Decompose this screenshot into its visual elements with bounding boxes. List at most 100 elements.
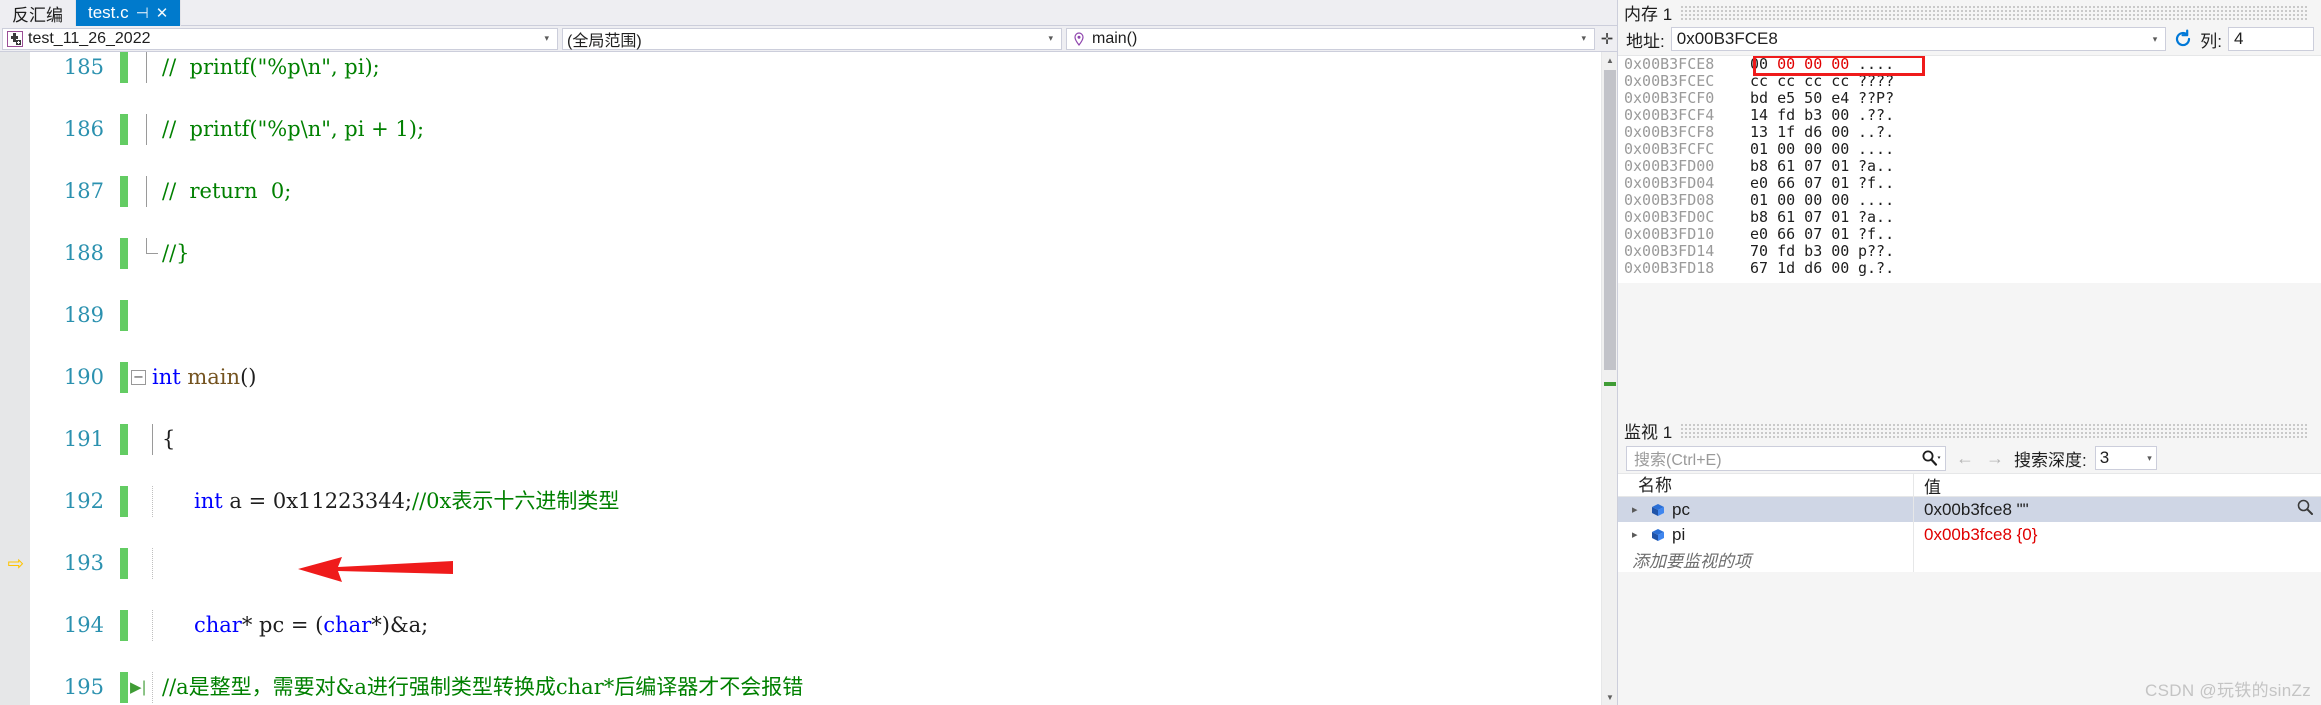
memory-ascii: ?a.. [1858, 208, 1895, 226]
memory-ascii: ???? [1858, 72, 1895, 90]
watch-window-title: 监视 1 [1624, 423, 1673, 442]
watch-row-pc[interactable]: ▸ pc 0x00b3fce8 "" [1618, 497, 2321, 522]
variable-cube-icon [1650, 527, 1666, 543]
window-grip[interactable] [1680, 423, 2308, 438]
annotation-arrow [298, 557, 453, 582]
memory-row[interactable]: 0x00B3FD04 e0 66 07 01 ?f.. [1618, 175, 2321, 192]
watch-value-cell[interactable]: 0x00b3fce8 {0} [1914, 525, 2321, 545]
memory-row[interactable]: 0x00B3FCE8 00 00 00 00 .... [1618, 56, 2321, 73]
memory-row[interactable]: 0x00B3FCEC cc cc cc cc ???? [1618, 73, 2321, 90]
memory-ascii: .... [1858, 55, 1895, 73]
memory-row[interactable]: 0x00B3FD00 b8 61 07 01 ?a.. [1618, 158, 2321, 175]
code-line[interactable]: 187 // return 0; [30, 176, 1601, 207]
memory-ascii: .??. [1858, 106, 1895, 124]
chevron-down-icon[interactable]: ▾ [1042, 33, 1059, 44]
tab-test-c[interactable]: test.c ⊣ ✕ [76, 0, 182, 26]
memory-bytes: 01 00 00 00 [1750, 140, 1850, 158]
code-line[interactable]: 191 { [30, 424, 1601, 455]
tab-disassembly[interactable]: 反汇编 [0, 0, 76, 26]
watch-grid[interactable]: 名称 值 ▸ pc 0x00b3fce8 "" ▸ pi 0x00b3fce8 … [1618, 473, 2321, 572]
column-header-name[interactable]: 名称 [1618, 473, 1914, 497]
memory-bytes: b8 61 07 01 [1750, 157, 1850, 175]
code-line[interactable]: 189 [30, 300, 1601, 331]
code-line[interactable]: 195 ▶| //a是整型，需要对&a进行强制类型转换成char*后编译器才不会… [30, 672, 1601, 703]
memory-ascii: .... [1858, 191, 1895, 209]
value-visualizer-icon[interactable] [2296, 498, 2314, 521]
code-line[interactable]: 192 int a = 0x11223344;//0x表示十六进制类型 [30, 486, 1601, 517]
watch-add-item-label: 添加要监视的项 [1632, 552, 1751, 571]
indicator-margin[interactable] [0, 52, 30, 705]
scroll-up-icon[interactable]: ▲ [1602, 52, 1617, 68]
memory-row[interactable]: 0x00B3FD10 e0 66 07 01 ?f.. [1618, 226, 2321, 243]
memory-row[interactable]: 0x00B3FCFC 01 00 00 00 .... [1618, 141, 2321, 158]
search-icon[interactable] [1921, 449, 1941, 467]
memory-bytes: b8 61 07 01 [1750, 208, 1850, 226]
line-number: 188 [63, 241, 104, 265]
code-line[interactable]: 193 [30, 548, 1601, 579]
pin-icon[interactable]: ⊣ [136, 6, 149, 21]
scroll-down-icon[interactable]: ▼ [1602, 689, 1617, 705]
scope-combo[interactable]: (全局范围) ▾ [562, 27, 1062, 50]
search-depth-value: 3 [2099, 448, 2110, 467]
editor-vertical-scrollbar[interactable]: ▲ ▼ [1601, 52, 1617, 705]
close-icon[interactable]: ✕ [156, 6, 169, 21]
code-lines[interactable]: 185 // printf("%p\n", pi); 186 // printf… [30, 52, 1601, 705]
memory-dump[interactable]: 0x00B3FCE8 00 00 00 00 .... 0x00B3FCEC c… [1618, 55, 2321, 283]
watch-add-item-cell[interactable]: 添加要监视的项 [1618, 547, 1914, 572]
search-prev-button[interactable]: ← [1954, 448, 1976, 469]
collapse-outline-icon[interactable]: − [131, 370, 146, 385]
code-editor[interactable]: 185 // printf("%p\n", pi); 186 // printf… [0, 52, 1617, 705]
memory-row[interactable]: 0x00B3FD14 70 fd b3 00 p??. [1618, 243, 2321, 260]
memory-address: 0x00B3FD00 [1624, 157, 1715, 175]
code-line[interactable]: 185 // printf("%p\n", pi); [30, 52, 1601, 83]
column-header-value[interactable]: 值 [1914, 473, 2321, 498]
memory-window-header[interactable]: 内存 1 [1618, 0, 2321, 25]
watch-window-header[interactable]: 监视 1 [1618, 418, 2321, 443]
memory-ascii: .... [1858, 140, 1895, 158]
refresh-icon[interactable] [2172, 28, 2194, 50]
memory-row[interactable]: 0x00B3FD18 67 1d d6 00 g.?. [1618, 260, 2321, 277]
chevron-down-icon[interactable]: ▾ [538, 33, 555, 44]
code-line[interactable]: 194 char* pc = (char*)&a; [30, 610, 1601, 641]
column-input[interactable]: 4 [2228, 27, 2314, 51]
search-input[interactable]: 搜索(Ctrl+E) [1626, 445, 1946, 471]
memory-row[interactable]: 0x00B3FCF8 13 1f d6 00 ..?. [1618, 124, 2321, 141]
memory-address: 0x00B3FCF8 [1624, 123, 1715, 141]
memory-row[interactable]: 0x00B3FD0C b8 61 07 01 ?a.. [1618, 209, 2321, 226]
code-line[interactable]: 190 − int main() [30, 362, 1601, 393]
split-view-button[interactable]: ✛ [1597, 30, 1617, 48]
code-line[interactable]: 188 //} [30, 238, 1601, 269]
watch-name-cell[interactable]: ▸ pc [1618, 497, 1914, 522]
memory-ascii: ?a.. [1858, 157, 1895, 175]
change-bar [120, 114, 128, 145]
memory-bytes: 14 fd b3 00 [1750, 106, 1850, 124]
code-line[interactable]: 186 // printf("%p\n", pi + 1); [30, 114, 1601, 145]
line-number: 191 [63, 427, 104, 451]
function-combo[interactable]: main() ▾ [1066, 27, 1595, 50]
memory-row[interactable]: 0x00B3FD08 01 00 00 00 .... [1618, 192, 2321, 209]
column-label: 列: [2200, 31, 2222, 51]
search-next-button[interactable]: → [1984, 448, 2006, 469]
project-combo[interactable]: test_11_26_2022 ▾ [2, 27, 558, 50]
chevron-down-icon[interactable]: ▾ [2147, 34, 2164, 45]
watch-variable-name: pc [1672, 499, 1690, 519]
code-text: { [162, 427, 176, 451]
project-combo-label: test_11_26_2022 [28, 29, 151, 47]
watch-row-pi[interactable]: ▸ pi 0x00b3fce8 {0} [1618, 522, 2321, 547]
scrollbar-thumb[interactable] [1604, 70, 1616, 370]
run-to-cursor-icon[interactable]: ▶| [130, 678, 150, 696]
address-input[interactable]: 0x00B3FCE8 ▾ [1670, 27, 2167, 51]
memory-row[interactable]: 0x00B3FCF4 14 fd b3 00 .??. [1618, 107, 2321, 124]
search-depth-combo[interactable]: 3 ▾ [2094, 446, 2157, 470]
memory-row[interactable]: 0x00B3FCF0 bd e5 50 e4 ??P? [1618, 90, 2321, 107]
memory-address: 0x00B3FCF0 [1624, 89, 1715, 107]
change-bar [120, 300, 128, 331]
watch-value-cell[interactable]: 0x00b3fce8 "" [1914, 498, 2321, 521]
chevron-down-icon[interactable]: ▾ [2147, 453, 2152, 464]
window-grip[interactable] [1680, 5, 2308, 20]
expand-chevron-icon[interactable]: ▸ [1632, 503, 1644, 516]
watch-add-item-row[interactable]: 添加要监视的项 [1618, 547, 2321, 572]
chevron-down-icon[interactable]: ▾ [1575, 33, 1592, 44]
expand-chevron-icon[interactable]: ▸ [1632, 528, 1644, 541]
watch-name-cell[interactable]: ▸ pi [1618, 522, 1914, 547]
